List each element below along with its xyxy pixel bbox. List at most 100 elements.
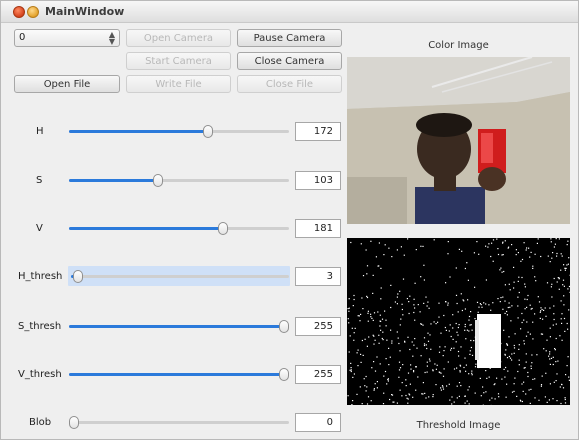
minimize-window-icon[interactable] <box>27 6 39 18</box>
threshold-noise-pixel <box>549 261 551 263</box>
threshold-noise-pixel <box>561 339 563 341</box>
spinbox-s-thresh[interactable]: 255 <box>295 317 341 336</box>
slider-handle[interactable] <box>279 320 289 333</box>
threshold-noise-pixel <box>390 284 392 286</box>
threshold-noise-pixel <box>505 349 507 351</box>
threshold-noise-pixel <box>440 389 442 391</box>
threshold-noise-pixel <box>477 366 479 368</box>
threshold-noise-pixel <box>501 271 503 273</box>
threshold-noise-pixel <box>534 276 536 278</box>
threshold-noise-pixel <box>496 377 498 379</box>
threshold-noise-pixel <box>446 385 448 387</box>
threshold-noise-pixel <box>357 365 359 367</box>
slider-handle[interactable] <box>203 125 213 138</box>
threshold-noise-pixel <box>500 361 502 363</box>
threshold-noise-pixel <box>556 255 558 257</box>
pause-camera-button[interactable]: Pause Camera <box>237 29 342 47</box>
slider-handle[interactable] <box>153 174 163 187</box>
start-camera-button[interactable]: Start Camera <box>126 52 231 70</box>
slider-handle[interactable] <box>218 222 228 235</box>
slider-label-s-thresh: S_thresh <box>18 321 62 332</box>
threshold-noise-pixel <box>429 334 431 336</box>
threshold-noise-pixel <box>401 382 403 384</box>
threshold-noise-pixel <box>524 283 526 285</box>
threshold-noise-pixel <box>492 364 494 366</box>
spinbox-v-thresh[interactable]: 255 <box>295 365 341 384</box>
threshold-noise-pixel <box>450 347 453 349</box>
threshold-noise-pixel <box>366 386 368 388</box>
threshold-noise-pixel <box>561 322 563 324</box>
slider-h-thresh[interactable] <box>71 267 289 285</box>
slider-handle[interactable] <box>69 416 79 429</box>
threshold-noise-pixel <box>551 296 553 298</box>
threshold-noise-pixel <box>459 365 462 367</box>
threshold-noise-pixel <box>567 240 569 242</box>
threshold-noise-pixel <box>531 362 533 364</box>
threshold-noise-pixel <box>479 303 481 305</box>
threshold-noise-pixel <box>483 392 485 394</box>
threshold-noise-pixel <box>360 313 362 315</box>
spinbox-h[interactable]: 172 <box>295 122 341 141</box>
threshold-noise-pixel <box>384 244 386 246</box>
spinbox-v[interactable]: 181 <box>295 219 341 238</box>
threshold-noise-pixel <box>381 337 383 340</box>
camera-select[interactable]: 0 ▲ ▼ <box>14 29 120 47</box>
threshold-noise-pixel <box>372 274 374 276</box>
threshold-noise-pixel <box>449 276 451 278</box>
threshold-noise-pixel <box>538 399 540 401</box>
slider-handle[interactable] <box>73 270 83 283</box>
threshold-noise-pixel <box>491 242 493 244</box>
threshold-noise-pixel <box>471 370 473 372</box>
threshold-noise-pixel <box>348 298 350 300</box>
slider-v[interactable] <box>69 219 289 237</box>
slider-h[interactable] <box>69 122 289 140</box>
threshold-noise-pixel <box>552 398 554 400</box>
threshold-noise-pixel <box>366 273 368 275</box>
close-window-icon[interactable] <box>13 6 25 18</box>
slider-label-h-thresh: H_thresh <box>18 271 63 282</box>
close-file-button[interactable]: Close File <box>237 75 342 93</box>
threshold-noise-pixel <box>492 326 494 328</box>
threshold-noise-pixel <box>440 372 442 374</box>
threshold-noise-pixel <box>469 350 471 352</box>
threshold-noise-pixel <box>392 401 394 403</box>
open-camera-button[interactable]: Open Camera <box>126 29 231 47</box>
threshold-noise-pixel <box>506 383 508 385</box>
spinbox-s[interactable]: 103 <box>295 171 341 190</box>
threshold-noise-pixel <box>547 255 549 257</box>
threshold-noise-pixel <box>407 336 409 338</box>
threshold-noise-pixel <box>473 340 475 342</box>
threshold-noise-pixel <box>385 319 387 321</box>
threshold-noise-pixel <box>549 327 551 329</box>
threshold-noise-pixel <box>353 339 355 341</box>
threshold-noise-pixel <box>544 396 546 398</box>
slider-s-thresh[interactable] <box>69 317 289 335</box>
threshold-noise-pixel <box>438 351 441 353</box>
threshold-noise-pixel <box>564 330 566 332</box>
spinbox-h-thresh[interactable]: 3 <box>295 267 341 286</box>
threshold-noise-pixel <box>383 392 385 394</box>
slider-v-thresh[interactable] <box>69 365 289 383</box>
threshold-noise-pixel <box>388 347 390 349</box>
threshold-noise-pixel <box>388 247 390 249</box>
threshold-noise-pixel <box>464 395 466 397</box>
threshold-noise-pixel <box>412 355 414 357</box>
threshold-noise-pixel <box>564 397 566 399</box>
threshold-noise-pixel <box>353 298 355 301</box>
threshold-noise-pixel <box>434 363 436 365</box>
threshold-noise-pixel <box>534 253 536 255</box>
slider-s[interactable] <box>69 171 289 189</box>
close-camera-button[interactable]: Close Camera <box>237 52 342 70</box>
threshold-noise-pixel <box>456 331 458 333</box>
spinbox-blob[interactable]: 0 <box>295 413 341 432</box>
slider-handle[interactable] <box>279 368 289 381</box>
threshold-noise-pixel <box>564 267 566 269</box>
write-file-button[interactable]: Write File <box>126 75 231 93</box>
threshold-noise-pixel <box>538 301 541 303</box>
threshold-noise-pixel <box>387 380 389 382</box>
slider-blob[interactable] <box>69 413 289 431</box>
open-file-button[interactable]: Open File <box>14 75 120 93</box>
threshold-noise-pixel <box>464 267 466 270</box>
threshold-noise-pixel <box>447 302 449 304</box>
threshold-noise-pixel <box>568 257 570 259</box>
